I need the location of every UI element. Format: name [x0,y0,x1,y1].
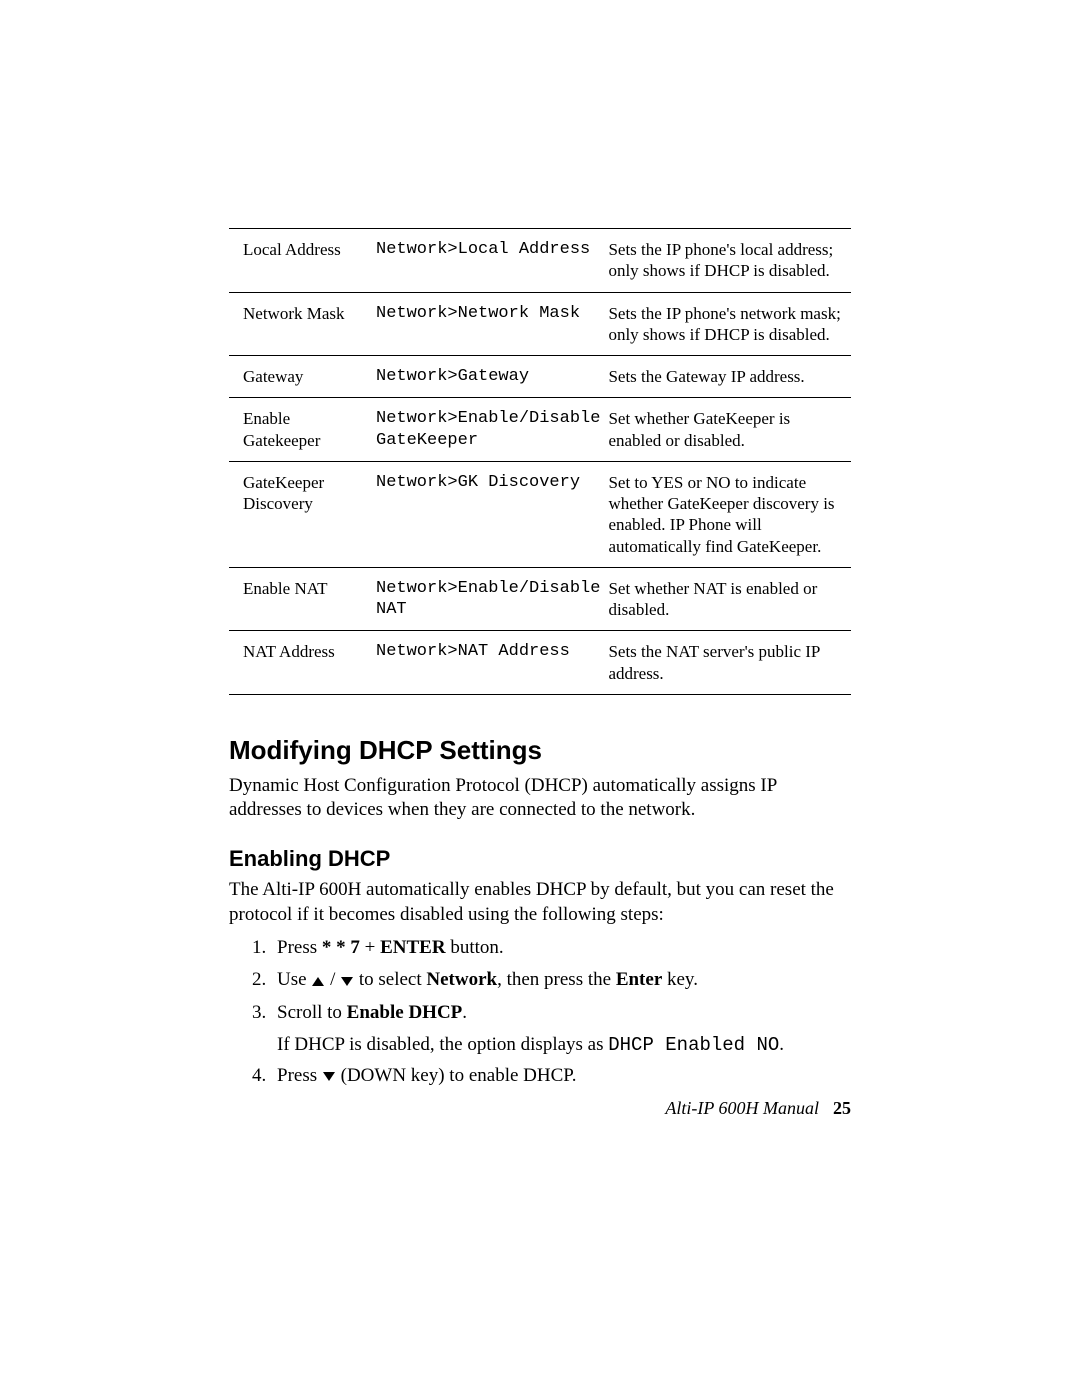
setting-path: Network>NAT Address [376,631,608,695]
table-row: Network MaskNetwork>Network MaskSets the… [229,292,851,356]
setting-desc: Set to YES or NO to indicate whether Gat… [608,461,851,567]
manual-title: Alti-IP 600H Manual [665,1098,819,1118]
section-heading: Modifying DHCP Settings [229,735,851,766]
setting-desc: Set whether GateKeeper is enabled or dis… [608,398,851,462]
step-1: Press * * 7 + ENTER button. [271,933,851,962]
steps-list: Press * * 7 + ENTER button. Use / to sel… [229,933,851,1090]
text: Press [277,937,322,958]
setting-path: Network>Enable/Disable NAT [376,567,608,631]
step-2: Use / to select Network, then press the … [271,965,851,994]
key-combo: * * 7 [322,937,360,958]
setting-name: Local Address [229,229,376,293]
step-4: Press (DOWN key) to enable DHCP. [271,1061,851,1090]
text: , then press the [497,969,616,990]
text: Press [277,1065,322,1086]
text: button. [446,937,504,958]
text: (DOWN key) to enable DHCP. [336,1065,577,1086]
subsection-body: The Alti-IP 600H automatically enables D… [229,878,851,927]
text: . [779,1034,784,1055]
enable-dhcp-label: Enable DHCP [347,1002,463,1023]
setting-desc: Set whether NAT is enabled or disabled. [608,567,851,631]
text: + [360,937,380,958]
network-label: Network [426,969,497,990]
text: Use [277,969,311,990]
table-row: GatewayNetwork>GatewaySets the Gateway I… [229,356,851,398]
text: Scroll to [277,1002,347,1023]
text: / [325,969,340,990]
setting-desc: Sets the IP phone's network mask; only s… [608,292,851,356]
setting-name: GateKeeper Discovery [229,461,376,567]
page-number: 25 [833,1098,851,1118]
settings-table: Local AddressNetwork>Local AddressSets t… [229,228,851,695]
setting-name: Network Mask [229,292,376,356]
subsection-heading: Enabling DHCP [229,846,851,872]
section-body: Dynamic Host Configuration Protocol (DHC… [229,774,851,823]
table-row: Enable GatekeeperNetwork>Enable/Disable … [229,398,851,462]
setting-path: Network>Gateway [376,356,608,398]
setting-path: Network>Enable/Disable GateKeeper [376,398,608,462]
enter-key: Enter [616,969,662,990]
setting-path: Network>Local Address [376,229,608,293]
enter-key: ENTER [380,937,445,958]
arrow-down-icon [341,977,353,986]
step-3: Scroll to Enable DHCP. If DHCP is disabl… [271,998,851,1058]
arrow-up-icon [312,977,324,986]
arrow-down-icon [323,1072,335,1081]
setting-desc: Sets the Gateway IP address. [608,356,851,398]
setting-path: Network>Network Mask [376,292,608,356]
text: If DHCP is disabled, the option displays… [277,1034,608,1055]
page-footer: Alti-IP 600H Manual 25 [0,1098,1080,1119]
setting-desc: Sets the IP phone's local address; only … [608,229,851,293]
dhcp-enabled-no: DHCP Enabled NO [608,1034,779,1056]
text: . [462,1002,467,1023]
step-3-note: If DHCP is disabled, the option displays… [277,1033,851,1057]
setting-path: Network>GK Discovery [376,461,608,567]
setting-name: Enable Gatekeeper [229,398,376,462]
table-row: NAT AddressNetwork>NAT AddressSets the N… [229,631,851,695]
page-content: Local AddressNetwork>Local AddressSets t… [0,0,1080,1090]
table-row: Local AddressNetwork>Local AddressSets t… [229,229,851,293]
table-row: GateKeeper DiscoveryNetwork>GK Discovery… [229,461,851,567]
setting-desc: Sets the NAT server's public IP address. [608,631,851,695]
table-row: Enable NATNetwork>Enable/Disable NATSet … [229,567,851,631]
setting-name: Gateway [229,356,376,398]
setting-name: NAT Address [229,631,376,695]
text: to select [354,969,426,990]
text: key. [662,969,698,990]
setting-name: Enable NAT [229,567,376,631]
